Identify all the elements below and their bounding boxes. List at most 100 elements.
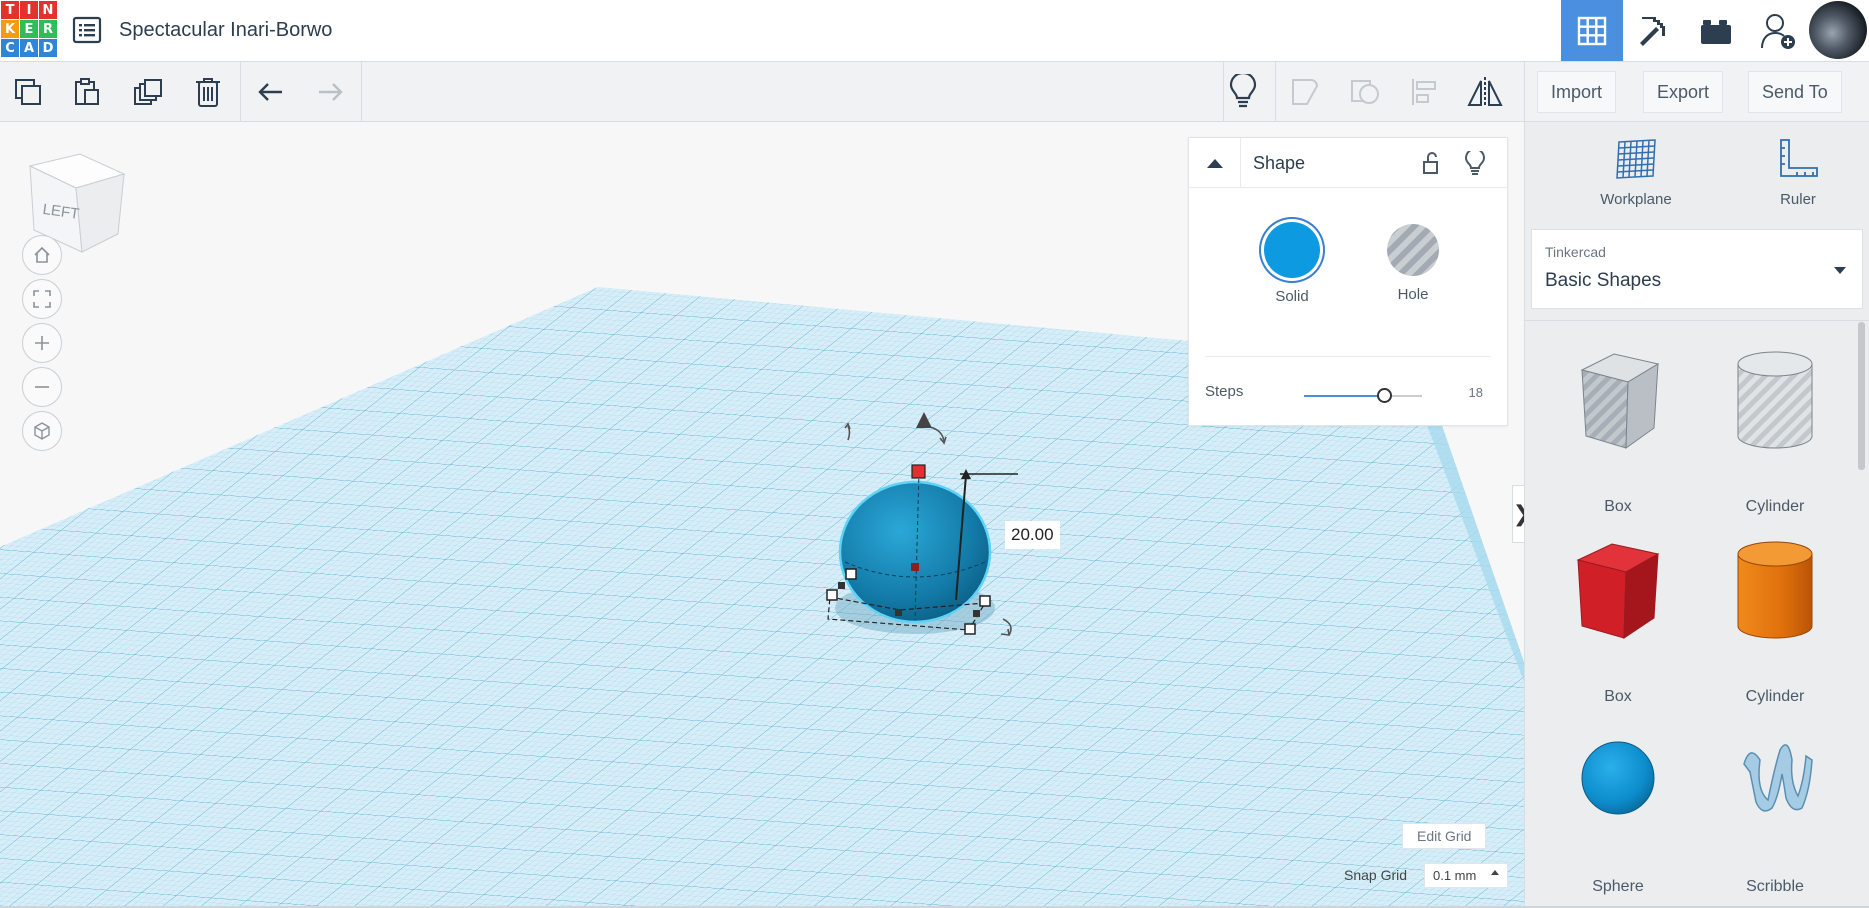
top-right-nav — [1561, 0, 1869, 61]
copy-button[interactable] — [8, 72, 48, 112]
shape-box[interactable]: Box — [1553, 534, 1683, 719]
logo-letter: D — [39, 39, 57, 57]
zoom-out-button[interactable] — [22, 367, 62, 407]
user-avatar[interactable] — [1809, 1, 1867, 59]
group-button[interactable] — [1285, 72, 1325, 112]
logo-letter: A — [20, 39, 38, 57]
logo-letter: E — [20, 20, 38, 38]
inspector-collapse-button[interactable] — [1189, 138, 1241, 188]
slider-thumb[interactable] — [1377, 388, 1393, 403]
inspector-notes-button[interactable] — [1463, 148, 1487, 175]
ruler-icon — [1780, 139, 1818, 177]
library-name: Basic Shapes — [1545, 270, 1662, 291]
unlock-icon — [1423, 152, 1438, 174]
toolbar-divider — [1524, 62, 1525, 122]
add-user-button[interactable] — [1747, 0, 1809, 61]
edit-grid-button[interactable]: Edit Grid — [1402, 823, 1487, 849]
shape-cylinder[interactable]: Cylinder — [1710, 534, 1840, 719]
selected-sphere[interactable] — [838, 480, 992, 624]
pickaxe-icon — [1640, 16, 1665, 46]
shape-cylinder-hole[interactable]: Cylinder — [1710, 344, 1840, 529]
shape-sphere[interactable]: Sphere — [1553, 724, 1683, 908]
send-to-button[interactable]: Send To — [1748, 71, 1842, 113]
shape-label: Scribble — [1746, 878, 1804, 895]
tinkercad-logo[interactable]: T I N K E R C A D — [0, 0, 57, 58]
duplicate-button[interactable] — [128, 72, 168, 112]
paste-icon — [75, 78, 99, 105]
snap-grid-value: 0.1 mm — [1433, 868, 1477, 883]
align-button[interactable] — [1405, 72, 1445, 112]
height-dimension-input[interactable]: 20.00 — [1005, 521, 1060, 549]
shape-scribble[interactable]: Scribble — [1710, 724, 1840, 908]
steps-label: Steps — [1205, 383, 1244, 400]
solid-option[interactable]: Solid — [1257, 222, 1327, 305]
export-button[interactable]: Export — [1643, 71, 1724, 113]
steps-value: 18 — [1468, 385, 1483, 400]
ungroup-icon — [1351, 80, 1379, 104]
toolbar-divider — [1275, 62, 1276, 122]
mirror-button[interactable] — [1465, 72, 1505, 112]
slider-fill — [1304, 395, 1385, 397]
tinkercad-app: T I N K E R C A D Spectacular Inari-Borw… — [0, 0, 1869, 908]
solid-swatch — [1264, 222, 1320, 278]
cylinder-hole-icon — [1737, 351, 1813, 449]
design-title[interactable]: Spectacular Inari-Borwo — [119, 19, 332, 42]
codeblocks-button[interactable] — [1623, 0, 1685, 61]
add-user-icon — [1761, 13, 1795, 49]
hole-swatch — [1387, 224, 1439, 276]
redo-button[interactable] — [310, 72, 350, 112]
steps-slider[interactable] — [1304, 388, 1422, 404]
scribble-icon — [1743, 744, 1813, 812]
shapes-scrollbar[interactable] — [1858, 322, 1865, 470]
snap-grid-label: Snap Grid — [1344, 867, 1408, 883]
fit-view-button[interactable] — [22, 279, 62, 319]
undo-button[interactable] — [251, 72, 291, 112]
shape-box-hole[interactable]: Box — [1553, 344, 1683, 529]
home-view-button[interactable] — [22, 235, 62, 275]
bricks-button[interactable] — [1685, 0, 1747, 61]
home-icon — [34, 246, 50, 263]
toolbar-divider — [240, 62, 241, 122]
logo-letter: N — [39, 1, 57, 19]
trash-icon — [196, 78, 220, 107]
logo-letter: R — [39, 20, 57, 38]
hole-label: Hole — [1397, 286, 1429, 303]
import-button[interactable]: Import — [1537, 71, 1617, 113]
edit-toolbar: Import Export Send To — [0, 62, 1869, 122]
cylinder-icon — [1737, 541, 1813, 639]
shape-inspector: Shape Solid Hole Steps 18 — [1188, 137, 1508, 426]
zoom-in-button[interactable] — [22, 323, 62, 363]
paste-button[interactable] — [67, 72, 107, 112]
brick-icon — [1701, 19, 1731, 44]
duplicate-icon — [134, 79, 162, 105]
redo-icon — [319, 83, 343, 101]
copy-icon — [15, 79, 41, 105]
fit-view-icon — [33, 290, 51, 308]
shape-label: Sphere — [1592, 878, 1644, 895]
projection-icon — [34, 422, 50, 440]
inspector-divider — [1205, 356, 1491, 357]
notes-button[interactable] — [1223, 72, 1263, 112]
workplane-tool[interactable]: Workplane — [1576, 136, 1696, 208]
solid-label: Solid — [1275, 288, 1309, 305]
sphere-icon — [1581, 741, 1655, 815]
delete-button[interactable] — [188, 72, 228, 112]
logo-letter: T — [1, 1, 19, 19]
hole-option[interactable]: Hole — [1378, 222, 1448, 303]
snap-grid-select[interactable]: 0.1 mm — [1424, 863, 1508, 888]
projection-button[interactable] — [22, 411, 62, 451]
caret-up-icon — [1491, 870, 1499, 875]
inspector-header: Shape — [1189, 138, 1507, 188]
shape-library-select[interactable]: Tinkercad Basic Shapes — [1531, 229, 1863, 309]
ungroup-button[interactable] — [1345, 72, 1385, 112]
3d-design-view-button[interactable] — [1561, 0, 1623, 61]
zoom-out-icon — [35, 386, 49, 388]
box-icon — [1576, 543, 1660, 639]
lock-button[interactable] — [1419, 151, 1443, 175]
grid-icon — [1577, 16, 1607, 45]
shape-label: Cylinder — [1745, 498, 1805, 515]
design-list-icon[interactable] — [72, 16, 102, 44]
ruler-tool[interactable]: Ruler — [1738, 136, 1858, 208]
height-handle[interactable] — [911, 464, 926, 479]
toolbar-divider — [361, 62, 362, 122]
